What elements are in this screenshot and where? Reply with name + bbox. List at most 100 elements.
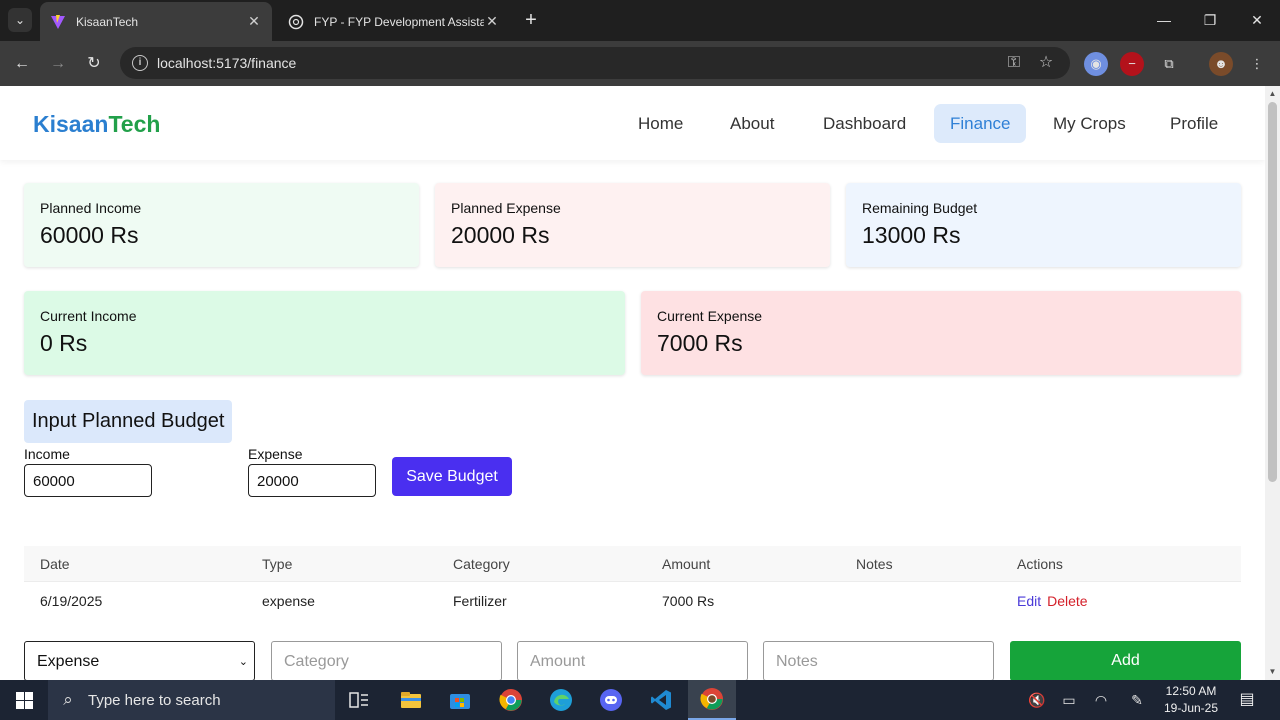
section-title: Input Planned Budget bbox=[24, 400, 233, 443]
type-select[interactable]: Expense ⌄ bbox=[24, 641, 255, 680]
type-select-value: Expense bbox=[37, 653, 100, 670]
cell-category: Fertilizer bbox=[453, 593, 507, 609]
tab-title: KisaanTech bbox=[76, 14, 139, 29]
wifi-icon[interactable]: ◠ bbox=[1091, 690, 1111, 710]
clock-time: 12:50 AM bbox=[1165, 684, 1217, 698]
profile-avatar[interactable]: ☻ bbox=[1209, 52, 1233, 76]
table-header-row: Date Type Category Amount Notes Actions bbox=[24, 546, 1241, 582]
tab-search-button[interactable]: ⌄ bbox=[8, 8, 32, 32]
card-label: Planned Expense bbox=[451, 200, 561, 216]
forward-arrow-icon[interactable]: → bbox=[45, 51, 71, 77]
close-window-icon[interactable]: ✕ bbox=[1242, 8, 1272, 32]
vite-favicon-icon bbox=[50, 14, 66, 30]
expense-input[interactable]: 20000 bbox=[248, 464, 376, 497]
header-date: Date bbox=[40, 556, 70, 572]
scroll-down-arrow-icon[interactable]: ▼ bbox=[1267, 667, 1278, 677]
scrollbar-thumb[interactable] bbox=[1268, 102, 1277, 482]
extension-block-icon[interactable]: − bbox=[1120, 52, 1144, 76]
brand-logo[interactable]: KisaanTech bbox=[33, 111, 160, 138]
tab-title: FYP - FYP Development Assista bbox=[314, 14, 484, 29]
add-transaction-button[interactable]: Add bbox=[1010, 641, 1241, 680]
close-tab-icon[interactable]: ✕ bbox=[246, 13, 262, 30]
save-budget-button[interactable]: Save Budget bbox=[392, 457, 512, 496]
address-url[interactable]: localhost:5173/finance bbox=[157, 55, 296, 71]
chrome-active-icon[interactable] bbox=[688, 680, 736, 720]
planned-income-card: Planned Income 60000 Rs bbox=[24, 183, 419, 267]
nav-about[interactable]: About bbox=[714, 104, 790, 143]
header-notes: Notes bbox=[856, 556, 893, 572]
delete-button[interactable]: Delete bbox=[1047, 593, 1087, 609]
cell-actions: Edit Delete bbox=[1017, 582, 1088, 620]
header-amount: Amount bbox=[662, 556, 711, 572]
remaining-budget-card: Remaining Budget 13000 Rs bbox=[846, 183, 1241, 267]
vscode-icon[interactable] bbox=[637, 680, 685, 720]
chevron-down-icon: ⌄ bbox=[238, 656, 248, 668]
nav-dashboard[interactable]: Dashboard bbox=[807, 104, 922, 143]
new-tab-button[interactable]: + bbox=[520, 9, 542, 31]
card-label: Planned Income bbox=[40, 200, 142, 216]
taskbar-search[interactable]: ⌕ Type here to search bbox=[48, 680, 335, 720]
notes-input[interactable]: Notes bbox=[763, 641, 994, 680]
address-bar[interactable]: i localhost:5173/finance ⚿ ☆ bbox=[120, 47, 1070, 79]
header-type: Type bbox=[262, 556, 293, 572]
cell-amount: 7000 Rs bbox=[662, 593, 715, 609]
discord-icon[interactable] bbox=[587, 680, 635, 720]
current-expense-card: Current Expense 7000 Rs bbox=[641, 291, 1241, 375]
chrome-icon[interactable] bbox=[487, 680, 535, 720]
taskbar-search-placeholder: Type here to search bbox=[88, 691, 221, 709]
category-input[interactable]: Category bbox=[271, 641, 502, 680]
file-explorer-icon[interactable] bbox=[387, 680, 435, 720]
planned-expense-card: Planned Expense 20000 Rs bbox=[435, 183, 830, 267]
scroll-up-arrow-icon[interactable]: ▲ bbox=[1267, 89, 1278, 99]
income-input[interactable]: 60000 bbox=[24, 464, 152, 497]
task-view-icon[interactable] bbox=[335, 680, 383, 720]
menu-kebab-icon[interactable]: ⋮ bbox=[1245, 52, 1269, 76]
key-icon[interactable]: ⚿ bbox=[1004, 53, 1024, 73]
restore-icon[interactable]: ❐ bbox=[1195, 8, 1225, 32]
nav-my-crops[interactable]: My Crops bbox=[1037, 104, 1142, 143]
windows-logo-icon bbox=[15, 691, 33, 709]
openai-favicon-icon bbox=[288, 14, 304, 30]
browser-toolbar: ← → ↻ i localhost:5173/finance ⚿ ☆ ◉ − ⧉… bbox=[0, 41, 1280, 86]
site-header: KisaanTech Home About Dashboard Finance … bbox=[0, 86, 1265, 160]
battery-icon[interactable]: ▭ bbox=[1059, 690, 1079, 710]
extensions-puzzle-icon[interactable]: ⧉ bbox=[1157, 52, 1181, 76]
amount-input[interactable]: Amount bbox=[517, 641, 748, 680]
expense-label: Expense bbox=[248, 446, 303, 462]
reload-icon[interactable]: ↻ bbox=[81, 51, 107, 77]
edge-icon[interactable] bbox=[537, 680, 585, 720]
cell-type: expense bbox=[262, 593, 315, 609]
transactions-table: Date Type Category Amount Notes Actions … bbox=[24, 546, 1241, 620]
notifications-icon[interactable]: ▤ bbox=[1236, 689, 1258, 711]
nav-finance[interactable]: Finance bbox=[934, 104, 1027, 143]
windows-taskbar: ⌕ Type here to search 🔇 ▭ ◠ ✎ 12:50 AM 1… bbox=[0, 680, 1280, 720]
clock-date: 19-Jun-25 bbox=[1163, 701, 1219, 715]
site-info-icon[interactable]: i bbox=[132, 55, 148, 71]
bookmark-star-icon[interactable]: ☆ bbox=[1036, 53, 1056, 73]
extension-search-icon[interactable]: ◉ bbox=[1084, 52, 1108, 76]
system-clock[interactable]: 12:50 AM 19-Jun-25 bbox=[1156, 683, 1226, 717]
current-income-card: Current Income 0 Rs bbox=[24, 291, 625, 375]
cell-date: 6/19/2025 bbox=[40, 593, 103, 609]
card-value: 13000 Rs bbox=[862, 222, 961, 248]
back-arrow-icon[interactable]: ← bbox=[9, 51, 35, 77]
table-row: 6/19/2025 expense Fertilizer 7000 Rs Edi… bbox=[24, 582, 1241, 620]
card-label: Current Income bbox=[40, 308, 137, 324]
tab-kisaantech[interactable]: KisaanTech ✕ bbox=[40, 2, 272, 41]
close-tab-icon[interactable]: ✕ bbox=[484, 13, 500, 30]
start-button[interactable] bbox=[0, 680, 48, 720]
card-value: 7000 Rs bbox=[657, 330, 743, 356]
microsoft-store-icon[interactable] bbox=[436, 680, 484, 720]
edit-button[interactable]: Edit bbox=[1017, 593, 1041, 609]
minimize-icon[interactable]: — bbox=[1149, 8, 1179, 32]
speaker-muted-icon[interactable]: 🔇 bbox=[1027, 690, 1047, 710]
card-value: 60000 Rs bbox=[40, 222, 139, 248]
nav-profile[interactable]: Profile bbox=[1154, 104, 1234, 143]
tab-fyp[interactable]: FYP - FYP Development Assista ✕ bbox=[278, 2, 510, 41]
card-label: Remaining Budget bbox=[862, 200, 978, 216]
page-viewport: KisaanTech Home About Dashboard Finance … bbox=[0, 86, 1280, 680]
nav-home[interactable]: Home bbox=[622, 104, 699, 143]
header-category: Category bbox=[453, 556, 510, 572]
pen-icon[interactable]: ✎ bbox=[1127, 690, 1147, 710]
page-scrollbar[interactable]: ▲ ▼ bbox=[1265, 86, 1280, 680]
